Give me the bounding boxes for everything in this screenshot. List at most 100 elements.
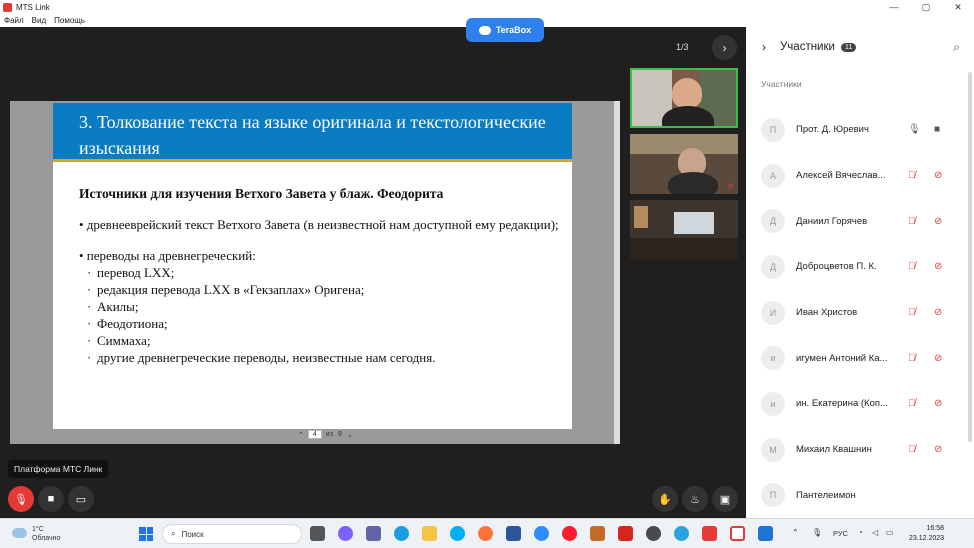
webcam-icon[interactable]	[646, 526, 661, 541]
reactions-button[interactable]: ♨	[682, 486, 708, 512]
app-window: MTS Link — ▢ ✕ Файл Вид Помощь TeraBox 1…	[0, 0, 974, 548]
input-language[interactable]: РУС	[833, 529, 848, 538]
video-tile[interactable]	[630, 200, 738, 260]
windows-taskbar: 1°C Облачно ⌕ Поиск ⌃ 🎙 РУС ◔ ◁ ▭ 16:58	[0, 518, 974, 548]
camera-off-icon: ⊘	[934, 215, 943, 227]
camera-off-icon: ⊘	[934, 352, 943, 364]
slide-number-input[interactable]: 4	[307, 430, 322, 439]
system-clock[interactable]: 16:58 23.12.2023	[909, 524, 944, 544]
window-controls: — ▢ ✕	[878, 0, 974, 14]
camera-off-icon: ⊘	[934, 398, 943, 410]
chevron-right-icon[interactable]: ›	[762, 40, 766, 54]
app-icon[interactable]	[590, 526, 605, 541]
slide-subitem: Акилы;	[79, 298, 559, 315]
telegram-icon[interactable]	[674, 526, 689, 541]
firefox-icon[interactable]	[478, 526, 493, 541]
slide-subitem: Симмаха;	[79, 332, 559, 349]
avatar: П	[761, 117, 785, 142]
screen-icon: ▭	[75, 493, 87, 506]
chat-icon[interactable]	[338, 526, 353, 541]
viewer-scrollbar[interactable]	[614, 101, 620, 444]
screen-share-button[interactable]: ▭	[68, 486, 94, 512]
pagination-of-label: из	[325, 431, 333, 438]
close-button[interactable]: ✕	[942, 0, 974, 14]
avatar: Д	[761, 209, 785, 234]
mts-link-taskbar-icon[interactable]	[702, 526, 717, 541]
video-tile[interactable]: ✕	[630, 134, 738, 194]
slide-bullet: • переводы на древнегреческий:	[79, 248, 256, 263]
page-counter: 1/3	[676, 42, 689, 52]
conference-stage: TeraBox 1/3 › 3. Толкование текста на яз…	[0, 18, 746, 518]
camera-off-icon: ⊘	[934, 170, 943, 182]
window-title: MTS Link	[16, 2, 50, 12]
menu-help[interactable]: Помощь	[54, 16, 85, 25]
battery-icon[interactable]: ▭	[886, 528, 894, 537]
teams-icon[interactable]	[366, 526, 381, 541]
mic-off-icon: 🎙̸	[908, 170, 916, 182]
participants-count-badge: 11	[840, 42, 857, 52]
mic-off-icon: 🎙	[14, 493, 28, 506]
app-icon[interactable]	[758, 526, 773, 541]
yandex-browser-icon[interactable]	[730, 526, 745, 541]
participants-list: П Прот. Д. Юревич 🎙 ■ А Алексей Вячеслав... 🎙̸…	[746, 107, 974, 518]
participant-row[interactable]: Д Доброцветов П. К. 🎙̸ ⊘	[746, 244, 974, 290]
menu-view[interactable]: Вид	[32, 16, 46, 25]
weather-widget[interactable]: 1°C Облачно	[12, 525, 60, 543]
minimize-button[interactable]: —	[878, 0, 910, 14]
tray-mic-icon[interactable]: 🎙	[812, 528, 822, 537]
participant-name: Доброцветов П. К.	[796, 261, 877, 273]
participant-row[interactable]: Д Даниил Горячев 🎙̸ ⊘	[746, 198, 974, 244]
taskbar-search[interactable]: ⌕ Поиск	[162, 524, 302, 544]
mic-off-icon: 🎙̸	[908, 215, 916, 227]
next-page-button[interactable]: ›	[712, 35, 737, 60]
menu-file[interactable]: Файл	[4, 16, 24, 25]
avatar: И	[761, 300, 785, 325]
hand-icon: ✋	[658, 493, 672, 506]
participant-row[interactable]: М Михаил Квашнин 🎙̸ ⊘	[746, 427, 974, 473]
raise-hand-button[interactable]: ✋	[652, 486, 678, 512]
next-slide-button[interactable]: ⌄	[347, 431, 353, 439]
layout-button[interactable]: ▣	[712, 486, 738, 512]
volume-icon[interactable]: ◁	[872, 528, 878, 537]
mic-on-icon: 🎙	[908, 124, 921, 136]
avatar: и	[761, 391, 785, 416]
terabox-button[interactable]: TeraBox	[466, 18, 544, 42]
mic-toggle-button[interactable]: 🎙	[8, 486, 34, 512]
previous-slide-button[interactable]: ⌃	[298, 431, 304, 439]
clock-date: 23.12.2023	[909, 535, 945, 542]
slide: 3. Толкование текста на языке оригинала …	[53, 103, 572, 429]
slide-subitem: перевод LXX;	[79, 264, 559, 281]
participant-row[interactable]: П Пантелеимон	[746, 473, 974, 519]
participant-row[interactable]: И Иван Христов 🎙̸ ⊘	[746, 290, 974, 336]
slide-bullet: • древнееврейский текст Ветхого Завета (…	[79, 217, 559, 232]
opera-icon[interactable]	[562, 526, 577, 541]
clock-time: 16:58	[926, 525, 945, 532]
mic-off-icon: 🎙̸	[908, 444, 916, 456]
participant-row[interactable]: и игумен Антоний Ка... 🎙̸ ⊘	[746, 335, 974, 381]
zoom-icon[interactable]	[534, 526, 549, 541]
tray-chevron-icon[interactable]: ⌃	[792, 528, 799, 537]
search-icon: ⌕	[171, 529, 176, 538]
word-icon[interactable]	[506, 526, 521, 541]
mic-off-icon: 🎙̸	[908, 261, 916, 273]
slide-subitem: редакция перевода LXX в «Гекзаплах» Ориг…	[79, 281, 559, 298]
camera-icon: ■	[47, 493, 55, 505]
slide-total: 9	[337, 431, 342, 438]
maximize-button[interactable]: ▢	[910, 0, 942, 14]
participant-row[interactable]: и ин. Екатерина (Коп... 🎙̸ ⊘	[746, 381, 974, 427]
wifi-icon[interactable]: ◔	[858, 528, 863, 537]
camera-off-icon: ⊘	[934, 307, 943, 319]
task-view-icon[interactable]	[310, 526, 325, 541]
participant-name: Алексей Вячеслав...	[796, 170, 886, 182]
title-bar: MTS Link — ▢ ✕	[0, 0, 974, 14]
skype-icon[interactable]	[450, 526, 465, 541]
participant-row[interactable]: П Прот. Д. Юревич 🎙 ■	[746, 107, 974, 153]
edge-icon[interactable]	[394, 526, 409, 541]
acrobat-icon[interactable]	[618, 526, 633, 541]
search-icon[interactable]: ⌕	[953, 40, 960, 55]
camera-toggle-button[interactable]: ■	[38, 486, 64, 512]
participant-row[interactable]: А Алексей Вячеслав... 🎙̸ ⊘	[746, 153, 974, 199]
file-explorer-icon[interactable]	[422, 526, 437, 541]
video-tile-speaker[interactable]	[630, 68, 738, 128]
windows-start-icon[interactable]	[139, 527, 153, 541]
